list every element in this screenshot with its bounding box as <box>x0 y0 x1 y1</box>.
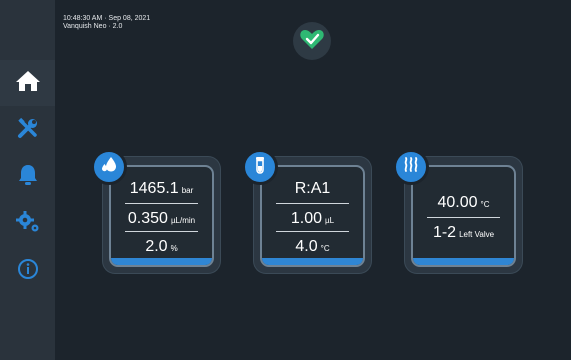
composition-value: 2.0 <box>145 237 168 255</box>
vial-icon <box>251 156 269 179</box>
info-icon <box>17 258 39 285</box>
volume-readout: 1.00 µL <box>272 205 353 232</box>
card-accent-bar <box>413 258 514 265</box>
composition-unit: % <box>170 244 178 253</box>
device-name: Vanquish Neo · 2.0 <box>63 23 123 30</box>
position-value: R:A1 <box>294 179 331 197</box>
main-panel: 10:48:30 AM · Sep 08, 2021 Vanquish Neo … <box>55 0 571 360</box>
pressure-readout: 1465.1 bar <box>121 175 202 202</box>
sampler-temperature-unit: °C <box>320 244 330 253</box>
column-card[interactable]: 40.00 °C 1-2 Left Valve <box>393 149 522 273</box>
divider <box>276 203 349 204</box>
nav-settings-button[interactable] <box>0 201 55 247</box>
tools-icon <box>17 117 39 144</box>
home-icon <box>15 69 41 98</box>
valve-value: 1-2 <box>432 223 457 241</box>
autosampler-card-icon <box>242 149 278 185</box>
nav-info-button[interactable] <box>0 248 55 294</box>
divider <box>427 217 500 218</box>
flow-value: 0.350 <box>127 209 168 227</box>
divider <box>276 231 349 232</box>
divider <box>125 231 198 232</box>
valve-label: Left Valve <box>459 230 495 239</box>
flow-readout: 0.350 µL/min <box>121 205 202 232</box>
system-status-indicator[interactable] <box>293 22 331 60</box>
column-card-panel: 40.00 °C 1-2 Left Valve <box>411 165 516 267</box>
card-accent-bar <box>111 258 212 265</box>
bell-icon <box>17 163 39 192</box>
sampler-temperature-value: 4.0 <box>295 237 318 255</box>
valve-readout: 1-2 Left Valve <box>423 219 504 246</box>
drops-icon <box>100 156 118 179</box>
autosampler-card[interactable]: R:A1 1.00 µL 4.0 °C <box>242 149 371 273</box>
divider <box>125 203 198 204</box>
flow-unit: µL/min <box>170 216 196 225</box>
gears-icon <box>15 210 41 239</box>
pressure-unit: bar <box>181 186 194 195</box>
sampler-temperature-readout: 4.0 °C <box>272 233 353 260</box>
pump-card-panel: 1465.1 bar 0.350 µL/min 2.0 % <box>109 165 214 267</box>
heart-check-icon <box>299 27 325 56</box>
nav-tools-button[interactable] <box>0 107 55 153</box>
column-temperature-value: 40.00 <box>437 193 478 211</box>
autosampler-card-panel: R:A1 1.00 µL 4.0 °C <box>260 165 365 267</box>
column-temperature-unit: °C <box>480 200 490 209</box>
nav-home-button[interactable] <box>0 60 62 106</box>
timestamp: 10:48:30 AM · Sep 08, 2021 <box>63 15 151 22</box>
column-temperature-readout: 40.00 °C <box>423 189 504 216</box>
composition-readout: 2.0 % <box>121 233 202 260</box>
card-accent-bar <box>262 258 363 265</box>
heat-icon <box>402 156 420 179</box>
pressure-value: 1465.1 <box>129 179 179 197</box>
volume-unit: µL <box>325 216 335 225</box>
pump-card-icon <box>91 149 127 185</box>
position-readout: R:A1 <box>272 175 353 202</box>
sidebar <box>0 0 62 360</box>
volume-value: 1.00 <box>290 209 323 227</box>
pump-card[interactable]: 1465.1 bar 0.350 µL/min 2.0 % <box>91 149 220 273</box>
nav-alerts-button[interactable] <box>0 154 55 200</box>
column-card-icon <box>393 149 429 185</box>
